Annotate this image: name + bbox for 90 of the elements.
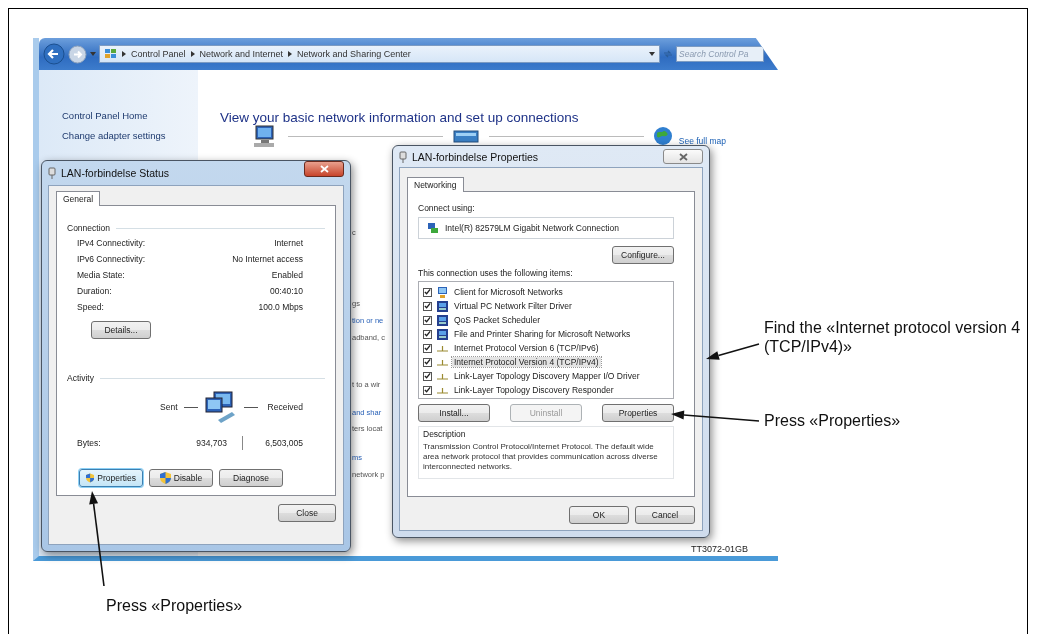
field-label: IPv6 Connectivity: — [77, 254, 146, 264]
list-item[interactable]: Link-Layer Topology Discovery Mapper I/O Driver — [452, 371, 642, 381]
sidebar-link[interactable]: Control Panel Home — [62, 110, 198, 121]
callout-text: Press «Properties» — [764, 411, 902, 430]
field-label: Bytes: — [77, 438, 102, 448]
network-computers-icon — [203, 390, 238, 424]
connector-icon — [436, 344, 448, 352]
network-service-icon — [436, 300, 448, 312]
breadcrumb-item[interactable]: Network and Internet — [199, 49, 284, 59]
field-value: Enabled — [271, 270, 303, 280]
list-item[interactable]: Internet Protocol Version 4 (TCP/IPv4) — [452, 357, 601, 367]
breadcrumb-item[interactable]: Control Panel — [131, 49, 186, 59]
back-icon[interactable] — [43, 43, 65, 65]
group-label: Activity — [67, 373, 94, 383]
breadcrumb-separator-icon — [122, 51, 126, 57]
page-heading: View your basic network information and set up connections — [220, 110, 579, 125]
details-button[interactable]: Details... — [91, 321, 151, 339]
network-plug-icon — [399, 150, 407, 163]
dialog-button[interactable]: Diagnose — [219, 469, 283, 487]
field-value: 6,503,005 — [264, 438, 303, 448]
dialog-title: LAN-forbindelse Status — [61, 167, 170, 179]
field-label: Connect using: — [418, 202, 476, 215]
connector-icon — [436, 358, 448, 366]
checkbox[interactable] — [423, 301, 432, 311]
adapter-name: Intel(R) 82579LM Gigabit Network Connection — [445, 223, 619, 233]
tab[interactable]: Networking — [407, 177, 464, 192]
field-value: 934,703 — [195, 438, 227, 448]
breadcrumb-item[interactable]: Network and Sharing Center — [297, 49, 411, 59]
see-full-map-link[interactable]: See full map — [678, 136, 726, 146]
checkbox[interactable] — [423, 315, 432, 325]
close-icon — [319, 165, 329, 173]
close-button[interactable] — [304, 161, 344, 177]
breadcrumb-separator-icon — [288, 51, 293, 57]
cancel-button[interactable]: Cancel — [635, 506, 695, 524]
network-service-icon — [436, 328, 448, 340]
sidebar-link[interactable]: Change adapter settings — [62, 130, 198, 141]
dropdown-caret-icon[interactable] — [649, 51, 655, 57]
connector-icon — [436, 372, 448, 380]
history-caret-icon[interactable] — [90, 51, 96, 57]
dialog-title: LAN-forbindelse Properties — [412, 150, 540, 163]
network-plug-icon — [48, 167, 56, 179]
callout-text: Press «Properties» — [106, 596, 244, 615]
ok-button[interactable]: OK — [569, 506, 629, 524]
field-value: 100.0 Mbps — [258, 302, 303, 312]
close-icon — [678, 152, 688, 161]
field-label: IPv4 Connectivity: — [77, 238, 146, 248]
checkbox[interactable] — [423, 357, 432, 367]
callout-arrow — [706, 343, 760, 360]
callout-text: Find the «Internet protocol version 4 (TCP/IPv4)» — [764, 318, 1022, 356]
checkbox[interactable] — [423, 343, 432, 353]
list-item[interactable]: Virtual PC Network Filter Driver — [452, 301, 574, 311]
figure-code: TT3072-01GB — [691, 544, 749, 554]
group-label: Description — [423, 428, 467, 441]
field-value: Internet — [274, 238, 303, 248]
network-service-icon — [436, 314, 448, 326]
field-label: Media State: — [77, 270, 125, 280]
field-value: No Internet access — [232, 254, 303, 264]
configure-button[interactable]: Configure... — [612, 246, 674, 264]
breadcrumb-separator-icon — [190, 51, 195, 57]
tab[interactable]: General — [56, 191, 101, 206]
field-label: This connection uses the following items: — [418, 267, 574, 280]
dialog-button[interactable]: Properties — [602, 404, 674, 422]
checkbox[interactable] — [423, 329, 432, 339]
checkbox[interactable] — [423, 385, 432, 395]
list-item[interactable]: QoS Packet Scheduler — [452, 315, 542, 325]
list-item[interactable]: Internet Protocol Version 6 (TCP/IPv6) — [452, 343, 601, 353]
dialog-button[interactable]: Install... — [418, 404, 490, 422]
field-label: Duration: — [77, 286, 112, 296]
globe-icon — [654, 127, 672, 145]
network-switch-icon — [453, 129, 479, 143]
address-bar[interactable]: Control Panel Network and Internet Network and Sharing Center — [99, 45, 660, 63]
checkbox[interactable] — [423, 371, 432, 381]
sent-label: Sent — [160, 402, 178, 412]
close-button[interactable]: Close — [278, 504, 336, 522]
list-item[interactable]: Client for Microsoft Networks — [452, 287, 565, 297]
connector-icon — [436, 386, 448, 394]
field-label: Speed: — [77, 302, 104, 312]
search-field[interactable]: Search Control Pa — [676, 46, 764, 62]
network-adapter-icon — [427, 222, 439, 234]
close-button[interactable] — [663, 149, 703, 164]
dialog-button[interactable]: Disable — [149, 469, 213, 487]
field-value: 00:40:10 — [269, 286, 303, 296]
forward-icon[interactable] — [68, 44, 87, 64]
list-item[interactable]: Link-Layer Topology Discovery Responder — [452, 385, 616, 395]
group-label: Connection — [67, 223, 110, 233]
description-text: Transmission Control Protocol/Internet Protocol. The default wide area network protocol that provides communication across diverse interconnected networks. — [423, 442, 659, 472]
list-item[interactable]: File and Printer Sharing for Microsoft Networks — [452, 329, 633, 339]
received-label: Received — [267, 402, 303, 412]
dialog-button[interactable]: Properties — [79, 469, 143, 487]
checkbox[interactable] — [423, 287, 432, 297]
